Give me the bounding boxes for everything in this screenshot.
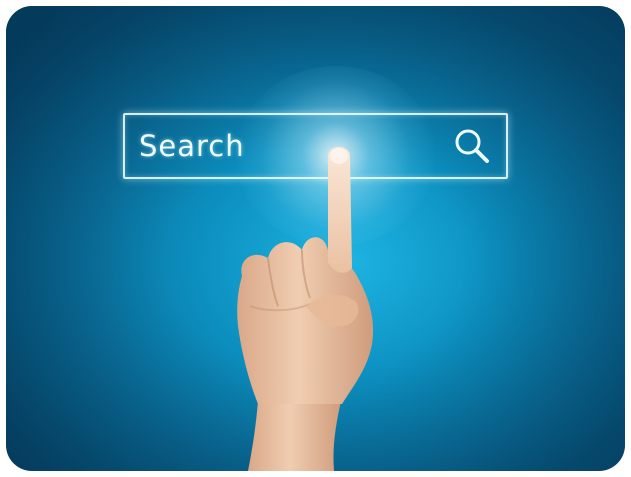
photo-frame: Search xyxy=(6,6,625,471)
pointing-hand xyxy=(237,147,374,471)
